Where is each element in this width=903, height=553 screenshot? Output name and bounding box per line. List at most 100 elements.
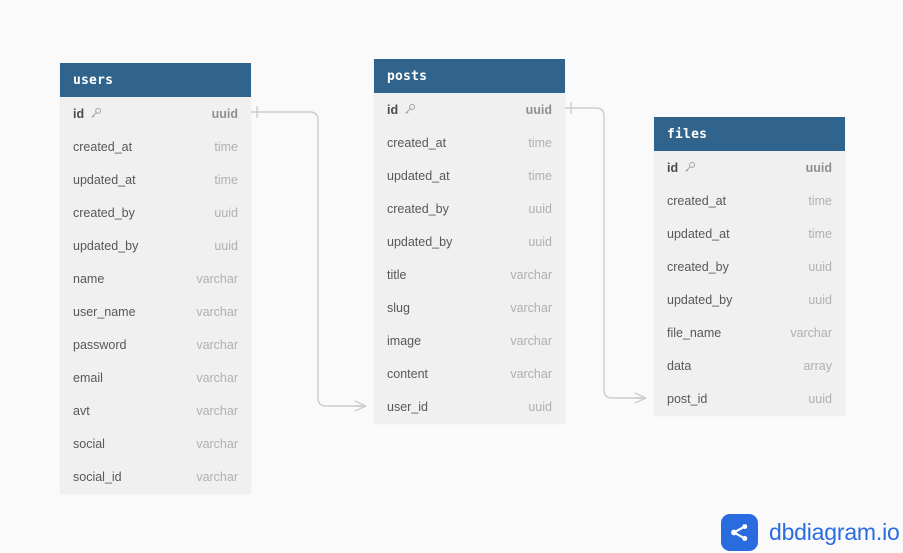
field-type: varchar (196, 370, 238, 385)
table-header-files[interactable]: files (654, 117, 845, 151)
table-card-files[interactable]: files id uuid created_at time updated_at time c… (654, 117, 845, 415)
field-row[interactable]: updated_by uuid (60, 229, 251, 262)
field-row[interactable]: slug varchar (374, 291, 565, 324)
field-type: varchar (510, 366, 552, 381)
field-name-wrap: title (387, 268, 406, 282)
field-name-wrap: social (73, 437, 105, 451)
field-type: varchar (196, 403, 238, 418)
field-row[interactable]: created_at time (60, 130, 251, 163)
field-name: updated_at (387, 168, 450, 183)
field-name-wrap: content (387, 367, 428, 381)
field-row[interactable]: name varchar (60, 262, 251, 295)
field-name: id (73, 106, 85, 121)
key-icon (403, 103, 416, 116)
field-row[interactable]: image varchar (374, 324, 565, 357)
cardinality-many-marker (354, 400, 367, 412)
field-row[interactable]: created_by uuid (60, 196, 251, 229)
field-row[interactable]: post_id uuid (654, 382, 845, 415)
field-type: uuid (528, 399, 552, 414)
diagram-canvas[interactable]: users id uuid created_at time updated_at time c… (0, 0, 903, 553)
field-row[interactable]: social_id varchar (60, 460, 251, 493)
field-name: social_id (73, 469, 122, 484)
field-name-wrap: updated_by (387, 235, 452, 249)
field-name-wrap: id (73, 107, 102, 121)
table-header-users[interactable]: users (60, 63, 251, 97)
field-name-wrap: user_name (73, 305, 136, 319)
field-type: uuid (805, 160, 832, 175)
field-row[interactable]: updated_by uuid (374, 225, 565, 258)
field-type: array (803, 358, 832, 373)
field-name: content (387, 366, 429, 381)
field-row[interactable]: id uuid (654, 151, 845, 184)
field-row[interactable]: id uuid (374, 93, 565, 126)
field-row[interactable]: social varchar (60, 427, 251, 460)
field-type: varchar (510, 267, 552, 282)
field-row[interactable]: file_name varchar (654, 316, 845, 349)
field-name: post_id (667, 391, 708, 406)
field-row[interactable]: updated_at time (374, 159, 565, 192)
table-title: posts (387, 68, 428, 84)
field-type: uuid (214, 238, 238, 253)
brand-name: dbdiagram.io (769, 519, 900, 545)
field-name-wrap: name (73, 272, 104, 286)
field-row[interactable]: created_by uuid (654, 250, 845, 283)
field-name-wrap: data (667, 359, 691, 373)
field-row[interactable]: title varchar (374, 258, 565, 291)
field-name-wrap: created_at (73, 140, 132, 154)
field-name-wrap: updated_at (73, 173, 136, 187)
dbdiagram-watermark[interactable]: dbdiagram.io (721, 514, 900, 551)
field-row[interactable]: created_at time (374, 126, 565, 159)
field-name: slug (387, 300, 410, 315)
field-name-wrap: image (387, 334, 421, 348)
field-type: varchar (196, 271, 238, 286)
field-type: uuid (808, 292, 832, 307)
field-row[interactable]: updated_at time (654, 217, 845, 250)
field-name-wrap: updated_at (387, 169, 450, 183)
field-name-wrap: created_at (667, 194, 726, 208)
field-name-wrap: updated_at (667, 227, 730, 241)
field-row[interactable]: password varchar (60, 328, 251, 361)
field-row[interactable]: email varchar (60, 361, 251, 394)
field-name-wrap: file_name (667, 326, 721, 340)
field-row[interactable]: id uuid (60, 97, 251, 130)
field-row[interactable]: data array (654, 349, 845, 382)
field-name: password (73, 337, 127, 352)
table-header-posts[interactable]: posts (374, 59, 565, 93)
field-name: updated_by (667, 292, 733, 307)
field-row[interactable]: avt varchar (60, 394, 251, 427)
field-name-wrap: social_id (73, 470, 122, 484)
table-card-posts[interactable]: posts id uuid created_at time updated_at time c… (374, 59, 565, 423)
field-row[interactable]: created_at time (654, 184, 845, 217)
field-type: varchar (510, 333, 552, 348)
field-name-wrap: id (667, 161, 696, 175)
field-type: varchar (196, 469, 238, 484)
field-type: varchar (790, 325, 832, 340)
table-title: users (73, 72, 114, 88)
field-name: created_by (73, 205, 135, 220)
field-name-wrap: email (73, 371, 103, 385)
table-title: files (667, 126, 708, 142)
field-row[interactable]: user_name varchar (60, 295, 251, 328)
field-name-wrap: id (387, 103, 416, 117)
table-card-users[interactable]: users id uuid created_at time updated_at time c… (60, 63, 251, 493)
field-name: data (667, 358, 692, 373)
field-name: created_by (387, 201, 449, 216)
field-row[interactable]: content varchar (374, 357, 565, 390)
field-name-wrap: created_by (73, 206, 135, 220)
relation-line[interactable] (251, 111, 366, 407)
field-row[interactable]: updated_at time (60, 163, 251, 196)
field-name: user_id (387, 399, 428, 414)
field-name-wrap: created_at (387, 136, 446, 150)
field-name: updated_by (387, 234, 453, 249)
field-name-wrap: password (73, 338, 127, 352)
field-row[interactable]: user_id uuid (374, 390, 565, 423)
field-type: time (214, 172, 238, 187)
field-name: avt (73, 403, 90, 418)
field-row[interactable]: updated_by uuid (654, 283, 845, 316)
field-name: created_at (387, 135, 447, 150)
relation-line[interactable] (565, 107, 646, 399)
field-type: time (808, 226, 832, 241)
field-row[interactable]: created_by uuid (374, 192, 565, 225)
field-name: title (387, 267, 407, 282)
field-type: varchar (196, 304, 238, 319)
